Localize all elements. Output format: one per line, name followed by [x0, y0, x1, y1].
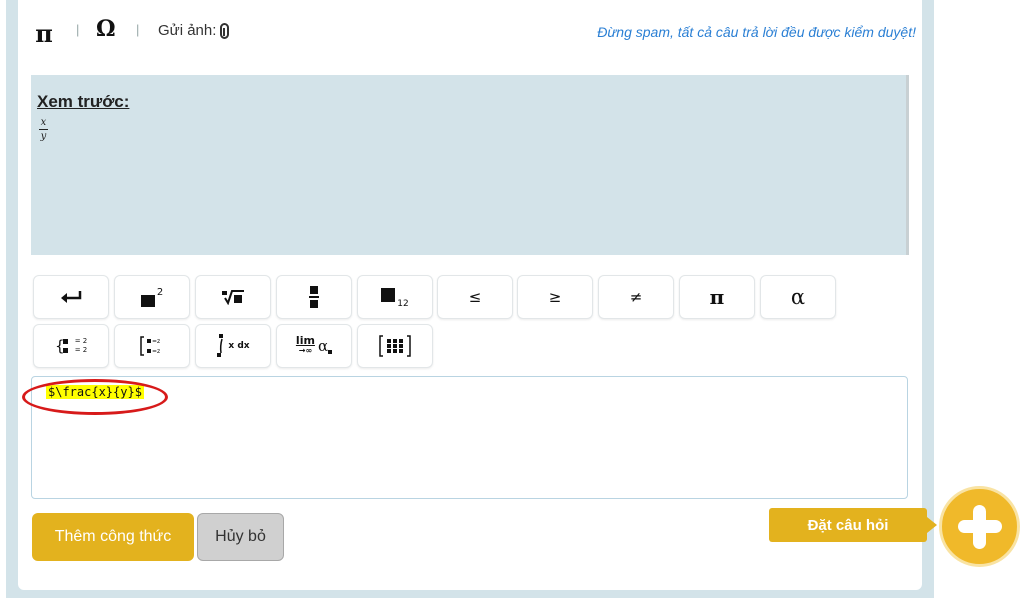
- formula-preview: Xem trước: x y: [31, 75, 909, 255]
- square-button[interactable]: 2: [114, 275, 190, 319]
- pi-button[interactable]: π: [679, 275, 755, 319]
- separator: |: [76, 22, 80, 37]
- separator: |: [136, 22, 140, 37]
- upload-label: Gửi ảnh:: [158, 22, 217, 39]
- system-labels: = 2 = 2: [75, 337, 88, 355]
- pi-icon: π: [35, 18, 53, 48]
- limit-button[interactable]: lim →∞ α: [276, 324, 352, 368]
- system-eq-1: = 2: [74, 337, 88, 345]
- cases-button[interactable]: =z =z: [114, 324, 190, 368]
- ask-question-tooltip[interactable]: Đặt câu hỏi: [769, 508, 927, 542]
- tooltip-arrow: [927, 517, 937, 533]
- fraction-bar: [39, 129, 48, 130]
- cases-bracket-icon: =z =z: [140, 336, 160, 356]
- subscript-button[interactable]: 12: [357, 275, 433, 319]
- nth-root-icon: [222, 290, 244, 305]
- cancel-button[interactable]: Hủy bỏ: [197, 513, 284, 561]
- preview-fraction: x y: [39, 117, 48, 142]
- integral-icon: [217, 334, 224, 357]
- neq-button[interactable]: ≠: [598, 275, 674, 319]
- upload-image-button[interactable]: Gửi ảnh:: [158, 22, 230, 39]
- tab-math-symbols[interactable]: π: [20, 12, 68, 54]
- alpha-button[interactable]: α: [760, 275, 836, 319]
- insert-formula-button[interactable]: Thêm công thức: [32, 513, 194, 561]
- system-eq-2: = 2: [74, 346, 88, 354]
- geq-button[interactable]: ≥: [517, 275, 593, 319]
- moderation-notice: Đừng spam, tất cả câu trả lời đều được k…: [597, 24, 916, 40]
- svg-text:=z: =z: [152, 338, 160, 345]
- leq-button[interactable]: ≤: [437, 275, 513, 319]
- root-button[interactable]: [195, 275, 271, 319]
- system-equations-button[interactable]: { = 2 = 2: [33, 324, 109, 368]
- limit-label: lim: [295, 334, 315, 347]
- tab-special-chars[interactable]: Ω: [96, 16, 116, 42]
- matrix-icon: [379, 335, 411, 357]
- fraction-numerator: x: [40, 117, 47, 128]
- return-arrow-icon: [61, 291, 82, 303]
- svg-text:=z: =z: [152, 348, 160, 355]
- limit-box-icon: [328, 350, 333, 354]
- limit-alpha: α: [317, 337, 329, 355]
- ask-question-button[interactable]: [939, 486, 1020, 567]
- fraction-button[interactable]: [276, 275, 352, 319]
- paperclip-icon: [220, 22, 230, 39]
- integral-label: x dx: [228, 341, 250, 351]
- integral-button[interactable]: x dx: [195, 324, 271, 368]
- exponent-label: 2: [156, 286, 164, 298]
- subscript-label: 12: [397, 299, 409, 309]
- matrix-button[interactable]: [357, 324, 433, 368]
- base-box-icon: [140, 295, 155, 307]
- fraction-icon: [309, 286, 319, 308]
- preview-label: Xem trước:: [37, 92, 130, 111]
- limit-stack: lim →∞: [295, 334, 315, 356]
- annotation-ring: [22, 379, 168, 415]
- newline-button[interactable]: [33, 275, 109, 319]
- base-box-icon: [381, 288, 396, 302]
- fraction-denominator: y: [40, 131, 47, 142]
- limit-subscript: →∞: [298, 346, 313, 355]
- plus-icon: [973, 504, 986, 549]
